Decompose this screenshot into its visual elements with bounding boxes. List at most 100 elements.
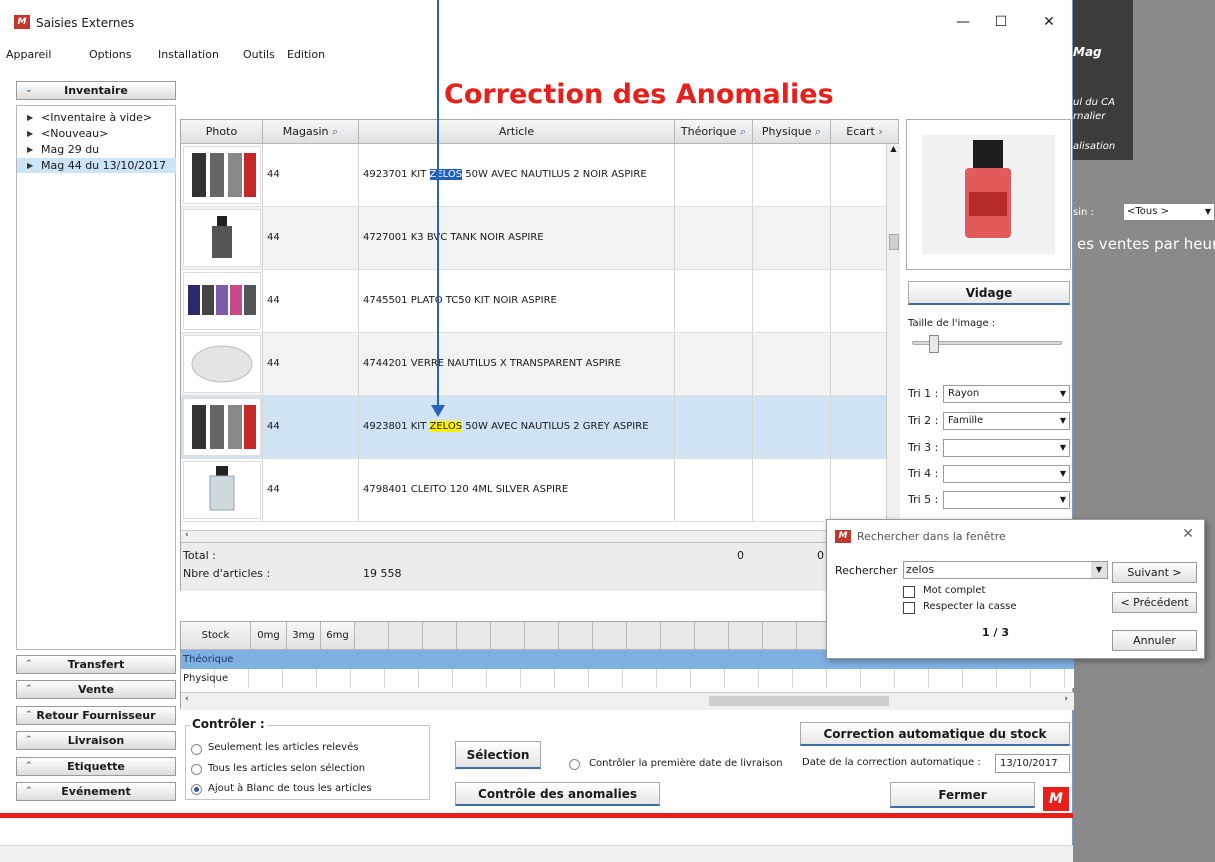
- evenement-button[interactable]: ⌃ Evénement: [16, 782, 176, 801]
- scroll-left-icon[interactable]: ‹: [185, 694, 189, 704]
- radio-releves[interactable]: [191, 744, 202, 755]
- table-row[interactable]: 44 4923701 KIT ZELOS 50W AVEC NAUTILUS 2…: [181, 144, 886, 207]
- photo-cell: [181, 396, 263, 458]
- image-size-slider[interactable]: [912, 335, 1062, 353]
- product-image-icon: [192, 405, 256, 449]
- evenement-label: Evénement: [61, 785, 131, 798]
- stock-column-header[interactable]: Stock: [181, 622, 251, 650]
- tri2-select[interactable]: Famille ▼: [943, 412, 1070, 430]
- magasin-cell: 44: [263, 396, 359, 458]
- table-row[interactable]: 44 4745501 PLATO TC50 KIT NOIR ASPIRE: [181, 270, 886, 333]
- product-image-icon: [209, 466, 235, 511]
- background-title: Mag: [1073, 45, 1102, 59]
- tri1-select[interactable]: Rayon ▼: [943, 385, 1070, 403]
- scroll-left-icon[interactable]: ‹: [185, 530, 189, 540]
- etiquette-label: Etiquette: [67, 760, 125, 773]
- livraison-button[interactable]: ⌃ Livraison: [16, 731, 176, 750]
- stock-column-header[interactable]: 3mg: [287, 622, 321, 650]
- inventaire-button[interactable]: ⌄ Inventaire: [16, 81, 176, 100]
- product-image-preview: [906, 119, 1071, 270]
- stock-column-header[interactable]: 0mg: [251, 622, 287, 650]
- selection-button[interactable]: Sélection: [455, 741, 541, 769]
- etiquette-button[interactable]: ⌃ Etiquette: [16, 757, 176, 776]
- transfert-button[interactable]: ⌃ Transfert: [16, 655, 176, 674]
- close-button[interactable]: ✕: [1034, 14, 1064, 30]
- controle-anomalies-button[interactable]: Contrôle des anomalies: [455, 782, 660, 806]
- stock-row[interactable]: Physique: [181, 669, 1074, 688]
- correction-auto-button[interactable]: Correction automatique du stock: [800, 722, 1070, 746]
- maximize-button[interactable]: ☐: [986, 14, 1016, 30]
- stock-horizontal-scrollbar[interactable]: ‹ ›: [181, 692, 1074, 710]
- physique-cell: [753, 207, 831, 269]
- page-title: Correction des Anomalies: [444, 79, 834, 110]
- menu-appareil[interactable]: Appareil: [6, 48, 51, 61]
- magasin-cell: 44: [263, 333, 359, 395]
- chevron-up-icon: ⌃: [25, 761, 33, 771]
- column-header-magasin[interactable]: Magasin ⌕: [263, 120, 359, 144]
- article-text: 4744201 VERRE NAUTILUS X TRANSPARENT ASP…: [363, 358, 621, 369]
- menu-outils[interactable]: Outils: [243, 48, 275, 61]
- vertical-scrollbar[interactable]: ▲: [886, 144, 900, 532]
- tri3-select[interactable]: ▼: [943, 439, 1070, 457]
- whole-word-checkbox[interactable]: [903, 586, 915, 598]
- menu-edition[interactable]: Edition: [287, 48, 325, 61]
- minimize-button[interactable]: —: [948, 14, 978, 30]
- product-photo: [183, 335, 261, 393]
- theorique-cell: [675, 270, 753, 332]
- cancel-button[interactable]: Annuler: [1112, 630, 1197, 651]
- tree-item[interactable]: ▶ Mag 29 du: [17, 142, 176, 157]
- stock-column-header[interactable]: 6mg: [321, 622, 355, 650]
- previous-button[interactable]: < Précédent: [1112, 592, 1197, 613]
- background-select-label: sin :: [1073, 207, 1094, 218]
- column-header-label: Magasin: [282, 125, 329, 138]
- column-header-physique[interactable]: Physique ⌕: [753, 120, 831, 144]
- table-row[interactable]: 44 4798401 CLEITO 120 4ML SILVER ASPIRE: [181, 459, 886, 522]
- tree-item[interactable]: ▶ <Inventaire à vide>: [17, 110, 176, 125]
- tree-item[interactable]: ▶ <Nouveau>: [17, 126, 176, 141]
- column-header-ecart[interactable]: Ecart ›: [831, 120, 899, 144]
- menu-options[interactable]: Options: [89, 48, 131, 61]
- scroll-thumb[interactable]: [709, 696, 889, 706]
- tree-item-selected[interactable]: ▶ Mag 44 du 13/10/2017: [17, 158, 176, 173]
- slider-thumb[interactable]: [929, 335, 939, 353]
- search-dialog: M Rechercher dans la fenêtre ✕ Recherche…: [826, 519, 1205, 659]
- article-cell: 4923701 KIT ZELOS 50W AVEC NAUTILUS 2 NO…: [359, 144, 675, 206]
- vente-button[interactable]: ⌃ Vente: [16, 680, 176, 699]
- next-button[interactable]: Suivant >: [1112, 562, 1197, 583]
- tri4-select[interactable]: ▼: [943, 465, 1070, 483]
- chevron-up-icon: ⌃: [25, 659, 33, 669]
- search-input[interactable]: zelos ▼: [903, 561, 1108, 579]
- table-row-selected[interactable]: 44 4923801 KIT ZELOS 50W AVEC NAUTILUS 2…: [181, 396, 886, 459]
- radio-label: Seulement les articles relevés: [208, 742, 359, 753]
- scroll-thumb[interactable]: [889, 234, 899, 250]
- tri5-select[interactable]: ▼: [943, 491, 1070, 509]
- tri1-label: Tri 1 :: [908, 387, 939, 400]
- match-case-checkbox[interactable]: [903, 602, 915, 614]
- scroll-up-icon[interactable]: ▲: [887, 144, 900, 153]
- annotation-arrow: [437, 0, 439, 410]
- table-row[interactable]: 44 4744201 VERRE NAUTILUS X TRANSPARENT …: [181, 333, 886, 396]
- column-header-theorique[interactable]: Théorique ⌕: [675, 120, 753, 144]
- search-highlight: ZELOS: [429, 421, 463, 432]
- scroll-right-icon[interactable]: ›: [1064, 694, 1068, 704]
- vidage-button[interactable]: Vidage: [908, 281, 1070, 305]
- background-select[interactable]: <Tous > ▼: [1123, 203, 1215, 221]
- table-row[interactable]: 44 4727001 K3 BVC TANK NOIR ASPIRE: [181, 207, 886, 270]
- column-header-article[interactable]: Article: [359, 120, 675, 144]
- retour-fournisseur-button[interactable]: ⌃ Retour Fournisseur: [16, 706, 176, 725]
- chevron-down-icon[interactable]: ▼: [1091, 562, 1107, 578]
- menu-installation[interactable]: Installation: [158, 48, 219, 61]
- radio-selection[interactable]: [191, 764, 202, 775]
- retour-label: Retour Fournisseur: [36, 709, 156, 722]
- radio-ajout-blanc[interactable]: [191, 784, 202, 795]
- close-icon[interactable]: ✕: [1182, 526, 1194, 542]
- product-photo: [183, 272, 261, 330]
- fermer-button[interactable]: Fermer: [890, 782, 1035, 808]
- date-input[interactable]: 13/10/2017: [995, 754, 1070, 773]
- tri3-label: Tri 3 :: [908, 441, 939, 454]
- first-date-checkbox[interactable]: [569, 759, 580, 770]
- article-text: 4745501 PLATO TC50 KIT NOIR ASPIRE: [363, 295, 557, 306]
- column-header-photo[interactable]: Photo: [181, 120, 263, 144]
- article-text: 4923701 KIT: [363, 169, 430, 180]
- magasin-cell: 44: [263, 270, 359, 332]
